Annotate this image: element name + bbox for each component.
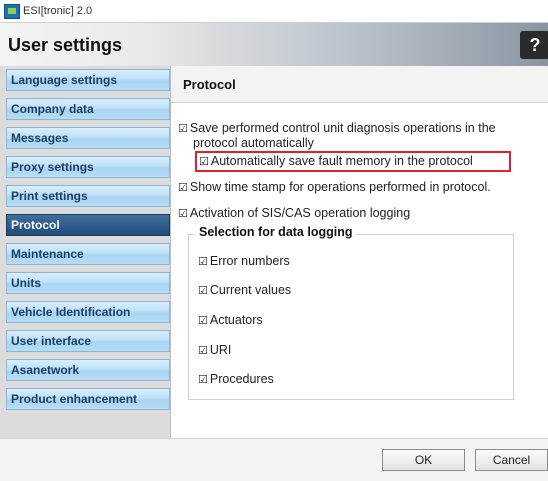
content-header: Protocol — [171, 66, 548, 103]
checkbox-checked-icon: ☑ — [198, 373, 208, 386]
sidebar-item-units[interactable]: Units — [6, 272, 170, 294]
checkbox-checked-icon: ☑ — [198, 344, 208, 357]
data-logging-legend: Selection for data logging — [195, 225, 357, 239]
sidebar-item-protocol[interactable]: Protocol — [6, 214, 170, 236]
sis-cas-logging-checkbox[interactable]: ☑ Activation of SIS/CAS operation logging — [178, 206, 410, 220]
sidebar-item-vehicle-identification[interactable]: Vehicle Identification — [6, 301, 170, 323]
help-button[interactable]: ? — [520, 31, 548, 59]
sidebar-item-product-enhancement[interactable]: Product enhancement — [6, 388, 170, 410]
window-titlebar: ESI[tronic] 2.0 — [0, 0, 548, 23]
save-operations-checkbox[interactable]: ☑ Save performed control unit diagnosis o… — [178, 121, 496, 135]
checkbox-checked-icon: ☑ — [199, 155, 209, 168]
sidebar-footer — [0, 438, 172, 481]
sidebar-item-asanetwork[interactable]: Asanetwork — [6, 359, 170, 381]
checkbox-checked-icon: ☑ — [198, 255, 208, 268]
sidebar-item-messages[interactable]: Messages — [6, 127, 170, 149]
sidebar-item-user-interface[interactable]: User interface — [6, 330, 170, 352]
uri-label: URI — [209, 343, 232, 357]
save-fault-memory-label: Automatically save fault memory in the p… — [210, 154, 473, 168]
sidebar-item-language-settings[interactable]: Language settings — [6, 69, 170, 91]
checkbox-checked-icon: ☑ — [198, 284, 208, 297]
uri-checkbox[interactable]: ☑ URI — [198, 343, 231, 357]
actuators-checkbox[interactable]: ☑ Actuators — [198, 313, 263, 327]
app-logo-icon — [4, 4, 20, 19]
sis-cas-logging-label: Activation of SIS/CAS operation logging — [189, 206, 411, 220]
current-values-label: Current values — [209, 283, 292, 297]
save-operations-line2-row: protocol automatically — [193, 136, 314, 150]
error-numbers-checkbox[interactable]: ☑ Error numbers — [198, 254, 290, 268]
show-timestamp-checkbox[interactable]: ☑ Show time stamp for operations performe… — [178, 180, 491, 194]
save-operations-label-line1: Save performed control unit diagnosis op… — [189, 121, 496, 135]
actuators-label: Actuators — [209, 313, 263, 327]
error-numbers-label: Error numbers — [209, 254, 290, 268]
settings-sidebar: Language settings Company data Messages … — [0, 66, 171, 438]
save-fault-memory-checkbox[interactable]: ☑ Automatically save fault memory in the … — [199, 154, 473, 168]
procedures-label: Procedures — [209, 372, 274, 386]
save-operations-label-line2: protocol automatically — [193, 136, 314, 150]
procedures-checkbox[interactable]: ☑ Procedures — [198, 372, 274, 386]
sidebar-item-maintenance[interactable]: Maintenance — [6, 243, 170, 265]
show-timestamp-label: Show time stamp for operations performed… — [189, 180, 491, 194]
page-header: User settings — [0, 23, 548, 67]
checkbox-checked-icon: ☑ — [178, 122, 188, 135]
checkbox-checked-icon: ☑ — [198, 314, 208, 327]
sidebar-item-print-settings[interactable]: Print settings — [6, 185, 170, 207]
current-values-checkbox[interactable]: ☑ Current values — [198, 283, 291, 297]
checkbox-checked-icon: ☑ — [178, 207, 188, 220]
checkbox-checked-icon: ☑ — [178, 181, 188, 194]
sidebar-item-proxy-settings[interactable]: Proxy settings — [6, 156, 170, 178]
window-title: ESI[tronic] 2.0 — [23, 5, 93, 17]
page-title: User settings — [8, 35, 123, 55]
cancel-button[interactable]: Cancel — [475, 449, 548, 471]
sidebar-item-company-data[interactable]: Company data — [6, 98, 170, 120]
section-title: Protocol — [183, 77, 236, 92]
ok-button[interactable]: OK — [382, 449, 465, 471]
